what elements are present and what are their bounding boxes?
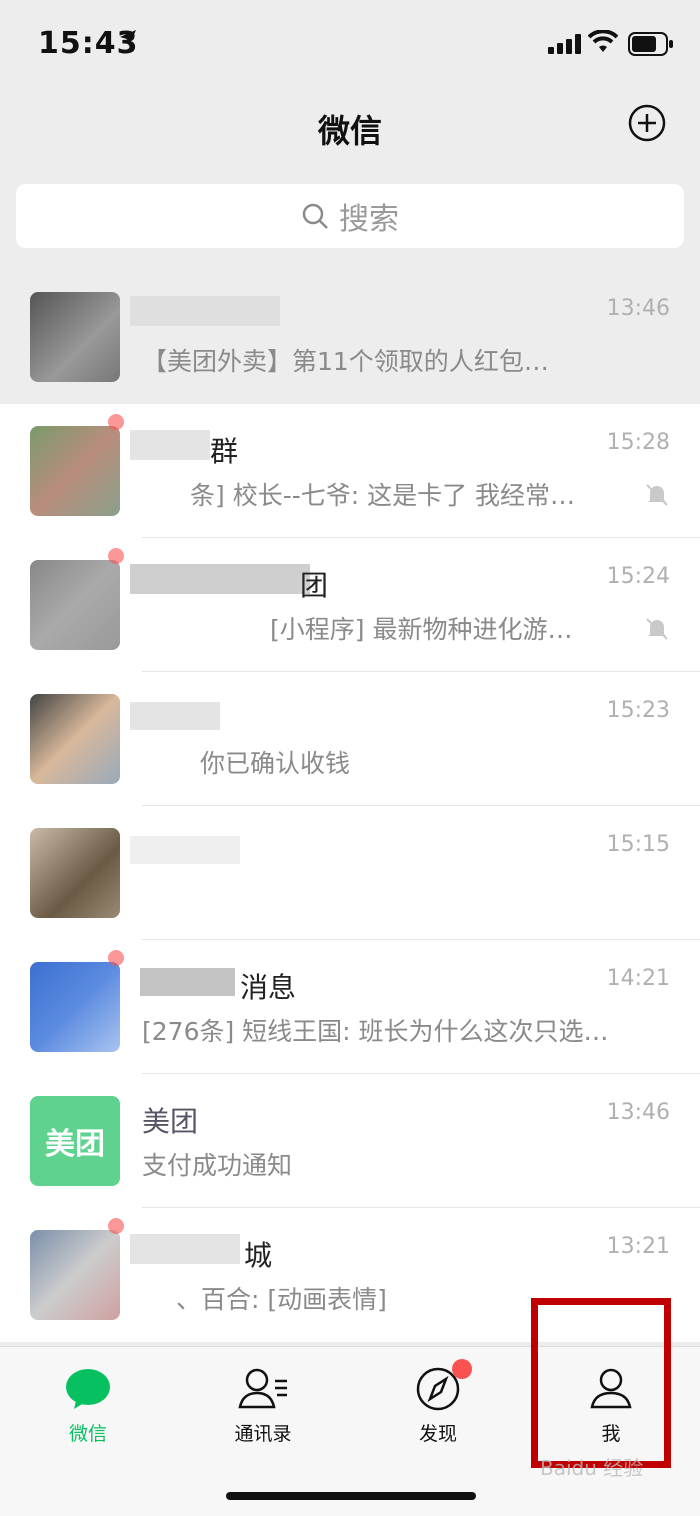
chat-row[interactable]: 群 条] 校长--七爷: 这是卡了 我经常… 15:28 — [0, 404, 700, 538]
page-title: 微信 — [317, 112, 382, 150]
tab-discover[interactable]: 发现 — [378, 1359, 498, 1446]
chat-name: 城 — [244, 1239, 273, 1272]
avatar — [30, 292, 120, 382]
nav-bar: 微信 — [0, 88, 700, 168]
chat-time: 15:28 — [606, 430, 670, 455]
contacts-icon — [238, 1368, 287, 1409]
chat-preview: [276条] 短线王国: 班长为什么这次只选… — [142, 1017, 609, 1046]
search-bar[interactable]: 搜索 — [16, 184, 684, 248]
tab-chats[interactable]: 微信 — [28, 1367, 148, 1446]
tab-label: 微信 — [68, 1423, 107, 1445]
chat-name: 群 — [210, 435, 239, 468]
battery-icon — [628, 32, 673, 56]
unread-dot — [108, 548, 124, 564]
chat-list: 【美团外卖】第11个领取的人红包… 13:46 群 条] 校长--七爷: 这是卡… — [0, 270, 700, 1342]
search-placeholder: 搜索 — [339, 202, 399, 237]
chat-name: 美团 — [142, 1105, 199, 1138]
chat-row[interactable]: 【美团外卖】第11个领取的人红包… 13:46 — [0, 270, 700, 404]
chat-time: 14:21 — [606, 966, 670, 991]
signal-icon — [548, 34, 581, 54]
chat-preview: 条] 校长--七爷: 这是卡了 我经常… — [190, 481, 576, 510]
blurred-name — [130, 836, 240, 864]
avatar — [30, 426, 120, 516]
blurred-name — [130, 1234, 240, 1264]
tab-label: 通讯录 — [234, 1423, 292, 1445]
chat-time: 15:24 — [606, 564, 670, 589]
chat-name: 团 — [300, 569, 329, 602]
unread-dot — [108, 414, 124, 430]
chat-preview: 、百合: [动画表情] — [176, 1285, 387, 1314]
wifi-icon — [588, 30, 618, 52]
chat-row[interactable]: 你已确认收钱 15:23 — [0, 672, 700, 806]
chat-preview: 支付成功通知 — [142, 1151, 293, 1180]
avatar — [30, 962, 120, 1052]
mute-bell-icon — [646, 484, 668, 506]
chat-row[interactable]: 团 [小程序] 最新物种进化游… 15:24 — [0, 538, 700, 672]
status-bar: 15:43 — [0, 0, 700, 88]
home-indicator[interactable] — [226, 1492, 476, 1500]
avatar — [30, 560, 120, 650]
avatar: 美团 — [30, 1096, 120, 1186]
chat-time: 13:46 — [606, 296, 670, 321]
chat-preview: 你已确认收钱 — [200, 749, 351, 778]
location-arrow-icon — [120, 30, 136, 46]
chat-preview: [小程序] 最新物种进化游… — [270, 615, 573, 644]
watermark: Baidu 经验 — [540, 1456, 644, 1480]
add-plus-icon[interactable] — [628, 104, 666, 142]
chat-row[interactable]: 美团 美团 支付成功通知 13:46 — [0, 1074, 700, 1208]
blurred-name — [130, 430, 210, 460]
unread-dot — [108, 950, 124, 966]
chat-preview: 【美团外卖】第11个领取的人红包… — [142, 347, 549, 376]
chat-bubble-icon — [66, 1369, 110, 1409]
highlight-box — [531, 1298, 671, 1468]
avatar — [30, 694, 120, 784]
blurred-name — [130, 564, 310, 594]
chat-time: 15:23 — [606, 698, 670, 723]
avatar — [30, 1230, 120, 1320]
chat-row[interactable]: 消息 [276条] 短线王国: 班长为什么这次只选… 14:21 — [0, 940, 700, 1074]
avatar — [30, 828, 120, 918]
blurred-name — [130, 702, 220, 730]
chat-time: 13:21 — [606, 1234, 670, 1259]
chat-row[interactable]: 15:15 — [0, 806, 700, 940]
meituan-logo-text: 美团 — [45, 1127, 105, 1162]
unread-dot — [108, 1218, 124, 1234]
search-icon — [302, 203, 328, 229]
tab-contacts[interactable]: 通讯录 — [203, 1367, 323, 1446]
blurred-name — [130, 296, 280, 326]
discover-badge-dot — [452, 1359, 472, 1379]
tab-label: 发现 — [418, 1423, 457, 1445]
blurred-name — [140, 968, 235, 996]
chat-name: 消息 — [240, 971, 297, 1004]
mute-bell-icon — [646, 618, 668, 640]
chat-time: 15:15 — [606, 832, 670, 857]
chat-time: 13:46 — [606, 1100, 670, 1125]
